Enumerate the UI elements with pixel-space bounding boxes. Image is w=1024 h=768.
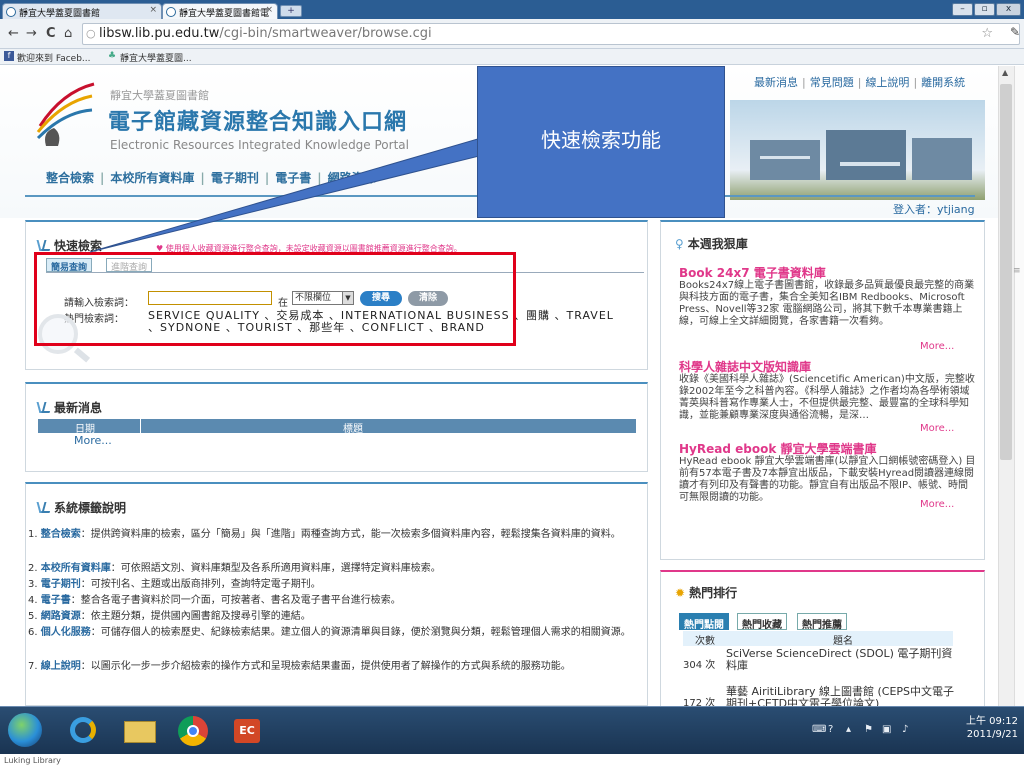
start-button[interactable] bbox=[8, 713, 42, 747]
close-icon[interactable]: × bbox=[149, 5, 157, 15]
powerpoint-icon[interactable]: EC bbox=[226, 713, 270, 747]
flag-icon[interactable]: ⚑ bbox=[864, 724, 873, 735]
bottom-label: Luking Library bbox=[4, 756, 61, 765]
file-explorer-icon[interactable] bbox=[118, 713, 162, 747]
maximize-button[interactable]: ▫ bbox=[974, 3, 995, 16]
right-gutter bbox=[1014, 66, 1024, 706]
callout-box: 快速檢索功能 bbox=[477, 66, 725, 218]
taskbar: EC ⌨ ? ▴ ⚑ ▣ ♪ 上午 09:12 2011/9/21 bbox=[0, 706, 1024, 754]
volume-icon[interactable]: ♪ bbox=[902, 724, 908, 735]
show-hidden-icons[interactable]: ▴ bbox=[846, 724, 851, 735]
browser-toolbar: ← → C ⌂ ○ libsw.lib.pu.edu.tw/cgi-bin/sm… bbox=[0, 19, 1024, 49]
bookmark-library[interactable]: 靜宜大學蓋夏圖... bbox=[120, 51, 192, 64]
clock[interactable]: 上午 09:12 2011/9/21 bbox=[940, 715, 1018, 741]
help-icon[interactable]: ? bbox=[828, 724, 833, 735]
close-icon[interactable]: × bbox=[265, 5, 273, 15]
keyboard-icon[interactable]: ⌨ bbox=[812, 724, 826, 735]
home-icon[interactable]: ⌂ bbox=[64, 26, 72, 41]
browser-tab-bar: 靜宜大學蓋夏圖書館 × 靜宜大學蓋夏圖書館電 × + – ▫ x bbox=[0, 0, 1024, 19]
facebook-icon: f bbox=[4, 51, 14, 61]
menu-lines-icon: ≡ bbox=[1013, 266, 1021, 276]
network-icon[interactable]: ▣ bbox=[882, 724, 891, 735]
clock-time: 上午 09:12 bbox=[966, 716, 1018, 727]
favicon-icon bbox=[6, 7, 16, 17]
web-page: 靜宜大學蓋夏圖書館 電子館藏資源整合知識入口網 Electronic Resou… bbox=[0, 66, 998, 706]
internet-explorer-icon[interactable] bbox=[62, 713, 106, 747]
bookmark-icon: ♣ bbox=[108, 51, 117, 61]
tab-title: 靜宜大學蓋夏圖書館電 bbox=[179, 9, 270, 19]
bookmark-facebook[interactable]: 歡迎來到 Faceb... bbox=[17, 51, 91, 64]
callout-text: 快速檢索功能 bbox=[541, 128, 661, 152]
scroll-up-icon[interactable]: ▲ bbox=[1002, 68, 1008, 77]
browser-tab-1[interactable]: 靜宜大學蓋夏圖書館 × bbox=[2, 3, 162, 19]
wrench-icon[interactable]: ✎ bbox=[1010, 25, 1020, 39]
bookmarks-bar: f 歡迎來到 Faceb... ♣ 靜宜大學蓋夏圖... bbox=[0, 49, 1024, 65]
scroll-thumb[interactable] bbox=[1000, 84, 1012, 460]
url-host: libsw.lib.pu.edu.tw bbox=[99, 26, 220, 41]
url-path: /cgi-bin/smartweaver/browse.cgi bbox=[219, 26, 432, 41]
tab-title: 靜宜大學蓋夏圖書館 bbox=[19, 9, 101, 19]
back-arrow-icon[interactable]: ← bbox=[8, 26, 19, 41]
new-tab-button[interactable]: + bbox=[280, 5, 302, 17]
window-close-button[interactable]: x bbox=[996, 3, 1021, 16]
browser-tab-2[interactable]: 靜宜大學蓋夏圖書館電 × bbox=[162, 3, 278, 19]
favicon-icon bbox=[166, 7, 176, 17]
page-info-icon: ○ bbox=[86, 27, 96, 40]
address-bar[interactable]: ○ libsw.lib.pu.edu.tw/cgi-bin/smartweave… bbox=[82, 23, 1020, 45]
clock-date: 2011/9/21 bbox=[966, 729, 1018, 740]
reload-icon[interactable]: C bbox=[46, 26, 56, 41]
forward-arrow-icon[interactable]: → bbox=[26, 26, 37, 41]
minimize-button[interactable]: – bbox=[952, 3, 973, 16]
chrome-icon[interactable] bbox=[172, 713, 216, 747]
star-icon[interactable]: ☆ bbox=[981, 26, 993, 41]
